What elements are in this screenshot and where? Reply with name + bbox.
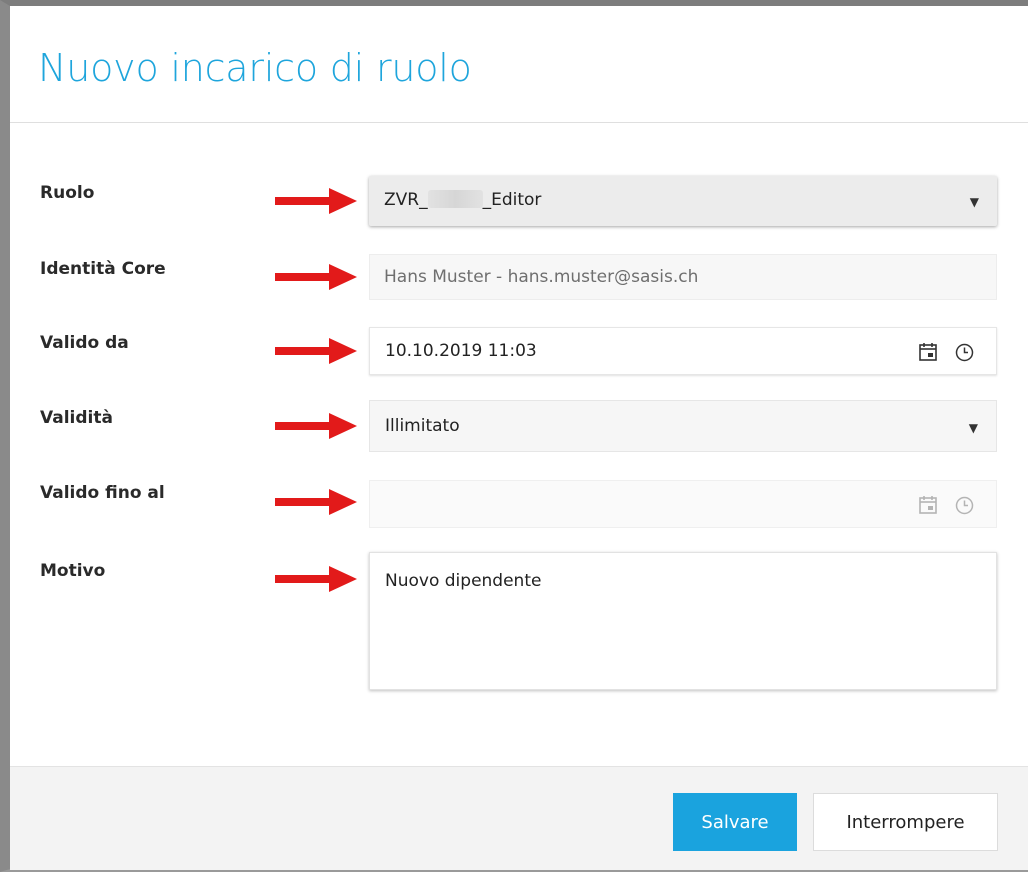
motivo-label: Motivo (40, 561, 106, 581)
dialog-title: Nuovo incarico di ruolo (38, 46, 472, 90)
redacted-block (427, 190, 483, 208)
ruolo-value-prefix: ZVR_ (384, 190, 428, 210)
header-divider (10, 122, 1028, 123)
red-arrow-icon (275, 264, 357, 290)
ruolo-select[interactable]: ZVR_ _Editor ▼ (369, 176, 997, 226)
ruolo-label: Ruolo (40, 183, 95, 203)
identita-field: Hans Muster - hans.muster@sasis.ch (369, 254, 997, 300)
ruolo-value-suffix: _Editor (482, 190, 542, 210)
validita-select[interactable]: Illimitato ▼ (369, 400, 997, 452)
valido-fino-input (369, 480, 997, 528)
identita-label: Identità Core (40, 259, 166, 279)
validita-value: Illimitato (385, 416, 460, 436)
cancel-button[interactable]: Interrompere (813, 793, 998, 851)
red-arrow-icon (275, 489, 357, 515)
chevron-down-icon: ▼ (969, 195, 979, 209)
clock-icon (955, 496, 974, 515)
valido-da-label: Valido da (40, 333, 129, 353)
identita-value: Hans Muster - hans.muster@sasis.ch (384, 267, 699, 287)
clock-icon[interactable] (955, 343, 974, 362)
ruolo-value: ZVR_ _Editor (384, 190, 541, 210)
motivo-value: Nuovo dipendente (385, 571, 542, 591)
motivo-textarea[interactable]: Nuovo dipendente (369, 552, 997, 690)
valido-fino-label: Valido fino al (40, 483, 165, 503)
red-arrow-icon (275, 413, 357, 439)
red-arrow-icon (275, 338, 357, 364)
red-arrow-icon (275, 188, 357, 214)
valido-da-input[interactable]: 10.10.2019 11:03 (369, 327, 997, 375)
calendar-icon (919, 496, 937, 514)
valido-da-value: 10.10.2019 11:03 (385, 341, 537, 361)
chevron-down-icon: ▼ (968, 421, 978, 435)
save-button[interactable]: Salvare (673, 793, 797, 851)
red-arrow-icon (275, 566, 357, 592)
validita-label: Validità (40, 408, 113, 428)
calendar-icon[interactable] (918, 342, 938, 362)
